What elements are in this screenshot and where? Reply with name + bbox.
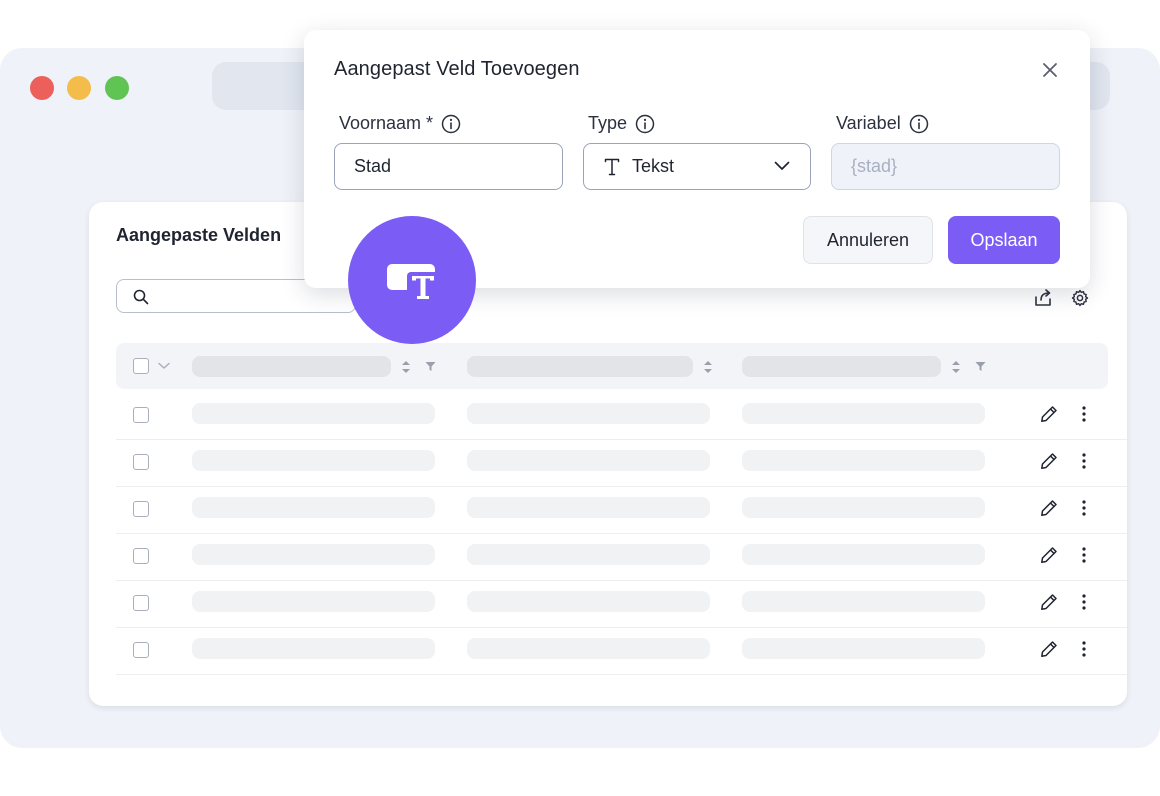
cell-placeholder xyxy=(742,544,985,565)
close-window-dot[interactable] xyxy=(30,76,54,100)
cell-placeholder xyxy=(192,450,435,471)
filter-icon[interactable] xyxy=(425,361,436,372)
cell-placeholder xyxy=(192,591,435,612)
variable-field-label: Variabel xyxy=(836,113,929,134)
cell-placeholder xyxy=(467,497,710,518)
table-row[interactable] xyxy=(116,628,1127,675)
dialog-title: Aangepast Veld Toevoegen xyxy=(334,58,580,80)
table-row[interactable] xyxy=(116,487,1127,534)
name-input[interactable]: Stad xyxy=(334,143,563,190)
table-row[interactable] xyxy=(116,393,1127,440)
pencil-icon[interactable] xyxy=(1039,639,1059,659)
type-select[interactable]: Tekst xyxy=(583,143,811,190)
sort-icon[interactable] xyxy=(401,359,411,375)
filter-icon[interactable] xyxy=(975,361,986,372)
more-options-icon[interactable] xyxy=(1081,451,1087,471)
pencil-icon[interactable] xyxy=(1039,498,1059,518)
cell-placeholder xyxy=(192,544,435,565)
more-options-icon[interactable] xyxy=(1081,545,1087,565)
cell-placeholder xyxy=(742,497,985,518)
table-row[interactable] xyxy=(116,440,1127,487)
text-field-icon xyxy=(387,264,439,302)
type-select-value: Tekst xyxy=(632,156,675,176)
info-icon[interactable] xyxy=(635,114,655,134)
search-icon xyxy=(133,289,149,305)
minimize-window-dot[interactable] xyxy=(67,76,91,100)
cell-placeholder xyxy=(467,403,710,424)
table-row[interactable] xyxy=(116,581,1127,628)
cell-placeholder xyxy=(742,403,985,424)
name-label-text: Voornaam * xyxy=(339,113,434,133)
cell-placeholder xyxy=(742,450,985,471)
row-checkbox[interactable] xyxy=(133,548,149,564)
cell-placeholder xyxy=(192,638,435,659)
card-title: Aangepaste Velden xyxy=(116,225,282,245)
table-row[interactable] xyxy=(116,534,1127,581)
gear-icon[interactable] xyxy=(1070,288,1090,308)
name-input-value: Stad xyxy=(354,156,392,176)
pencil-icon[interactable] xyxy=(1039,451,1059,471)
pencil-icon[interactable] xyxy=(1039,404,1059,424)
text-type-icon xyxy=(604,158,620,175)
column-header-placeholder xyxy=(467,356,693,377)
pencil-icon[interactable] xyxy=(1039,592,1059,612)
cancel-button[interactable]: Annuleren xyxy=(803,216,933,264)
share-icon[interactable] xyxy=(1033,288,1053,308)
sort-icon[interactable] xyxy=(951,359,961,375)
cell-placeholder xyxy=(192,497,435,518)
cell-placeholder xyxy=(192,403,435,424)
cell-placeholder xyxy=(742,591,985,612)
more-options-icon[interactable] xyxy=(1081,639,1087,659)
cell-placeholder xyxy=(467,544,710,565)
type-label-text: Type xyxy=(588,113,628,133)
chevron-down-icon xyxy=(774,161,790,170)
info-icon[interactable] xyxy=(441,114,461,134)
more-options-icon[interactable] xyxy=(1081,404,1087,424)
sort-icon[interactable] xyxy=(703,359,713,375)
type-field-label: Type xyxy=(588,113,655,134)
row-checkbox[interactable] xyxy=(133,642,149,658)
table-header xyxy=(116,343,1108,389)
save-button[interactable]: Opslaan xyxy=(948,216,1060,264)
more-options-icon[interactable] xyxy=(1081,498,1087,518)
row-checkbox[interactable] xyxy=(133,407,149,423)
more-options-icon[interactable] xyxy=(1081,592,1087,612)
select-all-checkbox[interactable] xyxy=(133,358,149,374)
row-checkbox[interactable] xyxy=(133,595,149,611)
row-checkbox[interactable] xyxy=(133,501,149,517)
chevron-down-icon[interactable] xyxy=(158,362,170,370)
variable-input-value: {stad} xyxy=(851,156,898,176)
maximize-window-dot[interactable] xyxy=(105,76,129,100)
column-header-placeholder xyxy=(742,356,941,377)
custom-field-badge xyxy=(348,216,476,344)
cell-placeholder xyxy=(467,450,710,471)
cell-placeholder xyxy=(742,638,985,659)
info-icon[interactable] xyxy=(909,114,929,134)
row-checkbox[interactable] xyxy=(133,454,149,470)
cell-placeholder xyxy=(467,591,710,612)
name-field-label: Voornaam * xyxy=(339,113,461,134)
column-header-placeholder xyxy=(192,356,391,377)
variable-input: {stad} xyxy=(831,143,1060,190)
pencil-icon[interactable] xyxy=(1039,545,1059,565)
variable-label-text: Variabel xyxy=(836,113,901,133)
cell-placeholder xyxy=(467,638,710,659)
close-icon[interactable] xyxy=(1040,60,1060,80)
